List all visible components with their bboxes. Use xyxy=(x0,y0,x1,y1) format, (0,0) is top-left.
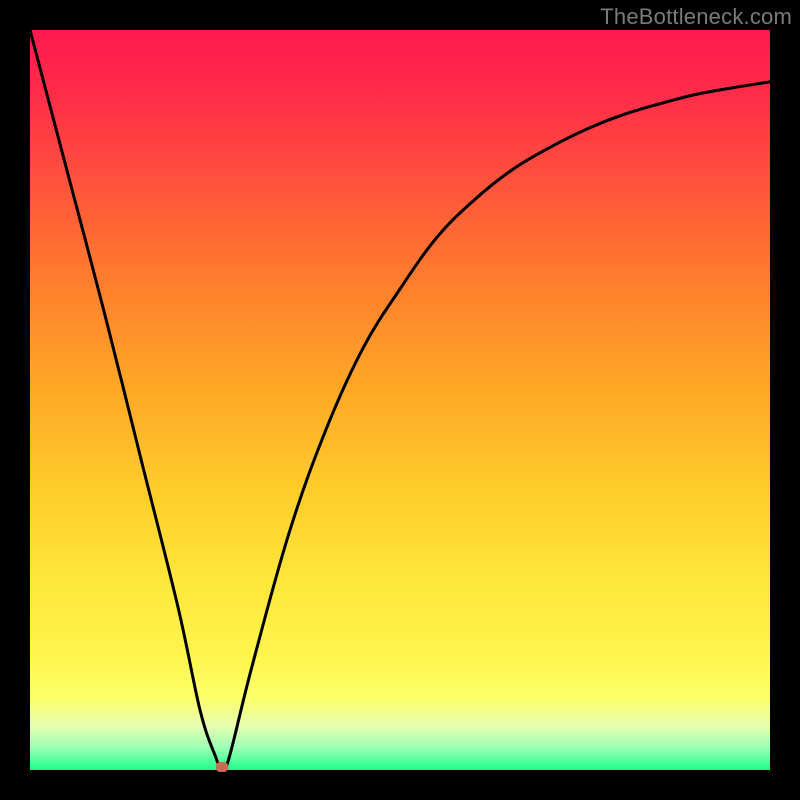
bottleneck-curve-line xyxy=(30,30,770,770)
chart-frame: TheBottleneck.com xyxy=(0,0,800,800)
minimum-marker xyxy=(216,762,228,772)
chart-svg xyxy=(30,30,770,770)
watermark-text: TheBottleneck.com xyxy=(600,4,792,30)
